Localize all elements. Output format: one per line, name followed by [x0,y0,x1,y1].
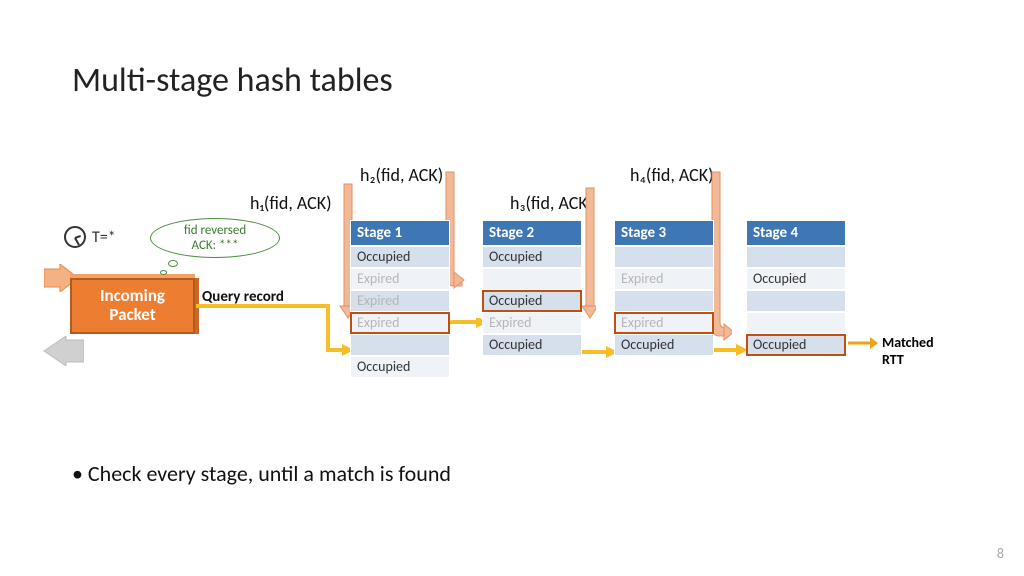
slide-number: 8 [997,545,1004,562]
table-row: Occupied [614,334,714,356]
table-row-selected: Occupied [746,334,846,356]
clock: T=* [64,226,116,248]
bubble-line2: ACK: *** [192,238,239,253]
table-row: Occupied [350,356,450,378]
hash-1-label: h₁(fid, ACK) [250,192,332,214]
bubble-line1: fid reversed [184,223,246,238]
path-arrow-1-icon [194,304,354,364]
stage-2: Stage 2 Occupied Occupied Expired Occupi… [482,220,582,356]
table-row: Occupied [350,246,450,268]
table-row [614,290,714,312]
table-row-selected: Expired [614,312,714,334]
matched-arrow-icon [848,336,878,350]
thought-bubble: fid reversed ACK: *** [150,218,280,258]
stage-header: Stage 4 [746,220,846,246]
slide-title: Multi-stage hash tables [72,60,393,101]
packet-label-2: Packet [109,306,155,325]
bubble-dot-icon [168,260,178,267]
matched-rtt-label: Matched RTT [882,334,950,368]
table-row [746,246,846,268]
table-row: Expired [482,312,582,334]
stage-header: Stage 2 [482,220,582,246]
hash-4-label: h₄(fid, ACK) [630,164,714,186]
stage-1: Stage 1 Occupied Expired Expired Expired… [350,220,450,378]
hash-2-label: h₂(fid, ACK) [360,164,443,186]
hash-arrow-3-icon [580,184,596,320]
stage-header: Stage 3 [614,220,714,246]
bubble-dot-icon [160,270,167,275]
table-row-selected: Expired [350,312,450,334]
table-row-selected: Occupied [482,290,582,312]
stage-3: Stage 3 Expired Expired Occupied [614,220,714,356]
table-row [746,312,846,334]
stage-header: Stage 1 [350,220,450,246]
table-row: Occupied [746,268,846,290]
table-row: Expired [614,268,714,290]
table-row [746,290,846,312]
diagram: h₁(fid, ACK) h₂(fid, ACK) h₃(fid, ACK) h… [70,160,950,450]
table-row: Occupied [482,246,582,268]
clock-icon [64,226,86,248]
table-row [350,334,450,356]
table-row: Expired [350,268,450,290]
table-row [482,268,582,290]
table-row: Expired [350,290,450,312]
clock-label: T=* [92,228,116,247]
table-row: Occupied [482,334,582,356]
incoming-packet: Incoming Packet [70,278,195,334]
outgoing-arrow-icon [40,336,84,366]
slide-bullet: • Check every stage, until a match is fo… [72,460,451,487]
stage-4: Stage 4 Occupied Occupied [746,220,846,356]
table-row [614,246,714,268]
